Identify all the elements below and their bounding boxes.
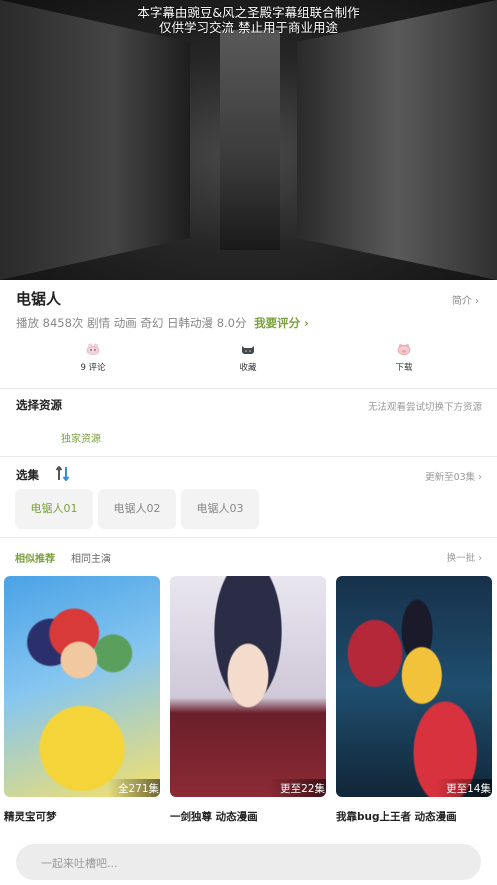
download-button[interactable]: 下载 [374, 343, 434, 373]
tab-same-cast[interactable]: 相同主演 [71, 550, 111, 565]
recommend-card[interactable]: 更至22集 一剑独尊 动态漫画 [170, 576, 326, 824]
favorite-label: 收藏 [239, 363, 257, 373]
video-frame-left [0, 0, 190, 280]
card-title: 一剑独尊 动态漫画 [170, 811, 258, 823]
episode-item-02[interactable]: 电锯人02 [98, 489, 176, 529]
episodes-title: 选集 [16, 468, 39, 482]
favorite-button[interactable]: 收藏 [218, 343, 278, 373]
card-title: 精灵宝可梦 [4, 811, 57, 823]
pig-icon [397, 343, 411, 355]
refresh-button[interactable]: 换一批 › [447, 550, 482, 564]
divider [0, 537, 497, 538]
page-title: 电锯人 [16, 290, 62, 308]
sort-icon[interactable] [55, 466, 71, 481]
episode-count-badge: 更至22集 [270, 779, 326, 797]
action-bar: 9 评论 收藏 下载 [0, 343, 497, 379]
rate-button[interactable]: 我要评分 › [254, 316, 309, 330]
card-thumbnail: 更至22集 [170, 576, 326, 797]
divider [0, 456, 497, 457]
source-hint: 无法观看尝试切换下方资源 [367, 402, 482, 413]
episode-count-badge: 全271集 [107, 779, 160, 797]
cat-icon [242, 346, 254, 354]
card-thumbnail: 全271集 [4, 576, 160, 797]
comment-label: 9 评论 [80, 363, 106, 373]
video-player[interactable]: 本字幕由豌豆&风之圣殿字幕组联合制作 仅供学习交流 禁止用于商业用途 [0, 0, 497, 280]
comment-input[interactable]: 一起来吐槽吧... [16, 844, 481, 880]
recommend-card[interactable]: 更至14集 我靠bug上王者 动态漫画 [336, 576, 492, 824]
source-option-exclusive[interactable]: 独家资源 [61, 430, 101, 445]
video-subtitle: 本字幕由豌豆&风之圣殿字幕组联合制作 仅供学习交流 禁止用于商业用途 [0, 5, 497, 35]
card-thumbnail: 更至14集 [336, 576, 492, 797]
video-frame-right [297, 0, 497, 280]
comment-placeholder: 一起来吐槽吧... [41, 857, 118, 870]
meta-text: 播放 8458次 剧情 动画 奇幻 日韩动漫 8.0分 [16, 316, 247, 330]
comment-button[interactable]: 9 评论 [63, 343, 123, 373]
download-label: 下载 [395, 363, 413, 373]
recommend-card[interactable]: 全271集 精灵宝可梦 [4, 576, 160, 824]
tab-similar[interactable]: 相似推荐 [15, 550, 55, 565]
episode-item-01[interactable]: 电锯人01 [15, 489, 93, 529]
episode-count-badge: 更至14集 [436, 779, 492, 797]
subtitle-line-2: 仅供学习交流 禁止用于商业用途 [159, 20, 338, 35]
meta-line: 播放 8458次 剧情 动画 奇幻 日韩动漫 8.0分 我要评分 › [16, 315, 309, 331]
subtitle-line-1: 本字幕由豌豆&风之圣殿字幕组联合制作 [137, 5, 360, 20]
episodes-update[interactable]: 更新至03集 › [425, 469, 482, 483]
intro-link[interactable]: 简介 › [452, 292, 479, 307]
rabbit-icon [86, 343, 100, 355]
episode-item-03[interactable]: 电锯人03 [181, 489, 259, 529]
card-title: 我靠bug上王者 动态漫画 [336, 811, 457, 823]
source-title: 选择资源 [16, 398, 62, 412]
video-frame-center [220, 30, 280, 250]
divider [0, 388, 497, 389]
